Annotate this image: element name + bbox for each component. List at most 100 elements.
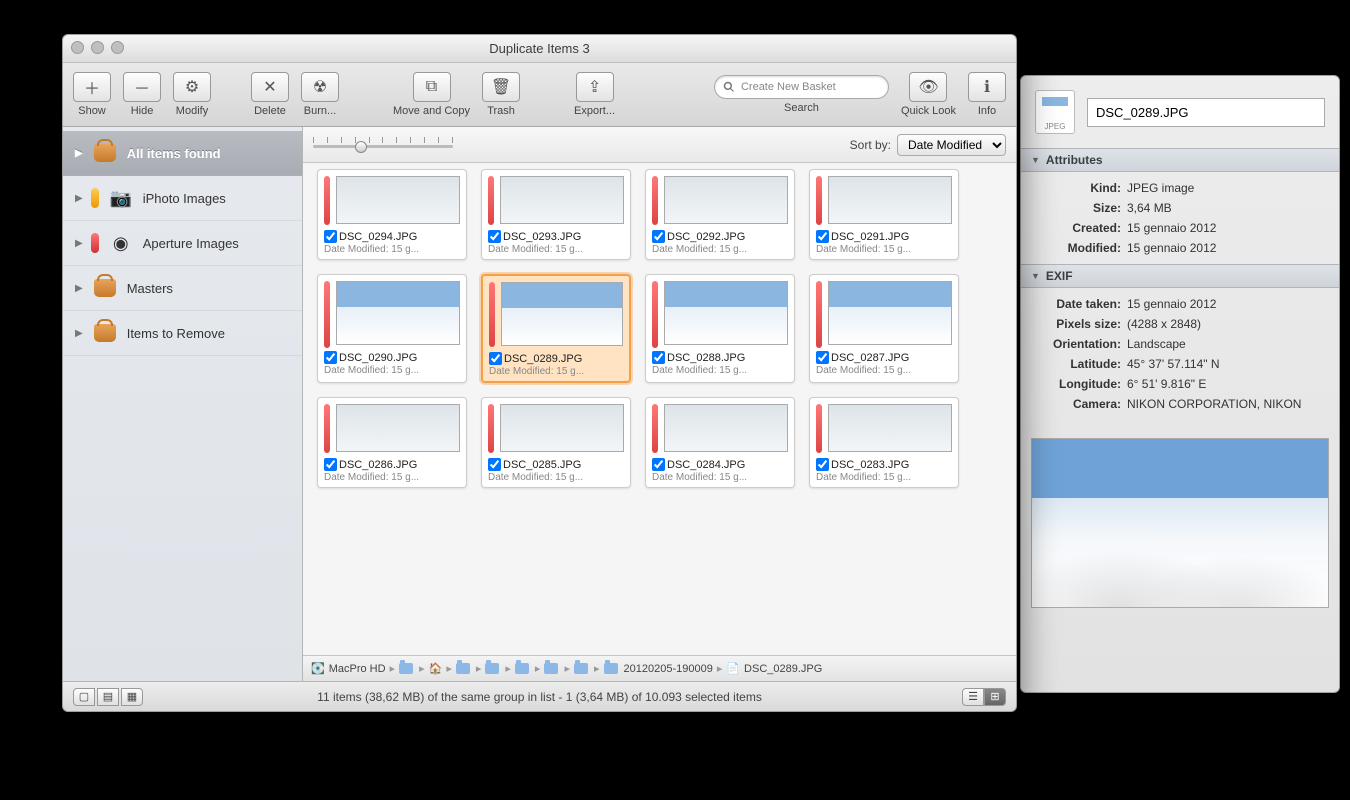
sidebar-item-label: Aperture Images: [143, 236, 239, 251]
thumbnail-card[interactable]: DSC_0293.JPG Date Modified: 15 g...: [481, 169, 631, 260]
thumbnail-card[interactable]: DSC_0289.JPG Date Modified: 15 g...: [481, 274, 631, 383]
basket-icon: [94, 324, 116, 342]
item-checkbox[interactable]: [652, 351, 665, 364]
modified-value: 15 gennaio 2012: [1127, 241, 1216, 255]
meta-label: Date Modified: 15 g...: [488, 244, 624, 255]
view-option-button[interactable]: ▢: [73, 688, 95, 706]
titlebar[interactable]: Duplicate Items 3: [63, 35, 1016, 63]
meta-label: Date Modified: 15 g...: [652, 244, 788, 255]
item-checkbox[interactable]: [816, 230, 829, 243]
meta-label: Date Modified: 15 g...: [652, 365, 788, 376]
thumbnail-card[interactable]: DSC_0286.JPG Date Modified: 15 g...: [317, 397, 467, 488]
move-copy-button[interactable]: ⧉: [413, 72, 451, 102]
info-label: Info: [978, 105, 996, 117]
thumbnail-image: [501, 282, 623, 346]
view-option-button[interactable]: ▦: [121, 688, 143, 706]
grid-view-button[interactable]: ⊞: [984, 688, 1006, 706]
list-view-button[interactable]: ☰: [962, 688, 984, 706]
path-segment[interactable]: 20120205-190009: [624, 663, 713, 675]
quicklook-label: Quick Look: [901, 105, 956, 117]
exif-header[interactable]: ▼EXIF: [1021, 264, 1339, 288]
minimize-icon[interactable]: [91, 41, 104, 54]
item-checkbox[interactable]: [488, 230, 501, 243]
status-text: 11 items (38,62 MB) of the same group in…: [317, 690, 762, 704]
search-field[interactable]: Create New Basket: [714, 75, 889, 99]
thumbnail-card[interactable]: DSC_0285.JPG Date Modified: 15 g...: [481, 397, 631, 488]
thumbnail-card[interactable]: DSC_0287.JPG Date Modified: 15 g...: [809, 274, 959, 383]
export-button[interactable]: ⇪: [576, 72, 614, 102]
item-checkbox[interactable]: [652, 230, 665, 243]
meta-label: Date Modified: 15 g...: [324, 472, 460, 483]
zoom-icon[interactable]: [111, 41, 124, 54]
thumbnail-card[interactable]: DSC_0294.JPG Date Modified: 15 g...: [317, 169, 467, 260]
filename-label: DSC_0292.JPG: [667, 231, 745, 243]
filename-label: DSC_0289.JPG: [504, 353, 582, 365]
thumbnail-grid[interactable]: DSC_0294.JPG Date Modified: 15 g... DSC_…: [303, 163, 1016, 655]
burn-button[interactable]: ☢: [301, 72, 339, 102]
duplicate-marker-icon: [816, 281, 822, 348]
path-segment[interactable]: DSC_0289.JPG: [744, 663, 822, 675]
longitude-value: 6° 51' 9.816" E: [1127, 377, 1206, 391]
thumbnail-image: [664, 404, 788, 452]
home-icon: 🏠: [429, 662, 443, 675]
item-checkbox[interactable]: [652, 458, 665, 471]
sort-label: Sort by:: [850, 138, 891, 152]
quicklook-button[interactable]: 👁: [909, 72, 947, 102]
close-icon[interactable]: [71, 41, 84, 54]
sort-select[interactable]: Date Modified: [897, 134, 1006, 156]
hide-button[interactable]: －: [123, 72, 161, 102]
thumbnail-image: [336, 404, 460, 452]
latitude-label: Latitude:: [1035, 357, 1121, 371]
item-checkbox[interactable]: [488, 458, 501, 471]
thumbnail-card[interactable]: DSC_0291.JPG Date Modified: 15 g...: [809, 169, 959, 260]
thumbnail-card[interactable]: DSC_0290.JPG Date Modified: 15 g...: [317, 274, 467, 383]
latitude-value: 45° 37' 57.114" N: [1127, 357, 1220, 371]
item-checkbox[interactable]: [489, 352, 502, 365]
size-value: 3,64 MB: [1127, 201, 1172, 215]
thumbnail-size-slider[interactable]: [313, 137, 453, 153]
info-button[interactable]: ℹ: [968, 72, 1006, 102]
tag-red-icon: [91, 233, 99, 253]
modify-button[interactable]: ⚙: [173, 72, 211, 102]
sidebar-item-aperture[interactable]: ▶ ◉ Aperture Images: [63, 221, 302, 266]
item-checkbox[interactable]: [816, 458, 829, 471]
delete-button[interactable]: ✕: [251, 72, 289, 102]
thumbnail-card[interactable]: DSC_0283.JPG Date Modified: 15 g...: [809, 397, 959, 488]
camera-value: NIKON CORPORATION, NIKON: [1127, 397, 1301, 411]
thumbnail-card[interactable]: DSC_0288.JPG Date Modified: 15 g...: [645, 274, 795, 383]
path-bar[interactable]: 💽 MacPro HD▸ ▸ 🏠▸ ▸ ▸ ▸ ▸ ▸ 20120205-190…: [303, 655, 1016, 681]
movecopy-label: Move and Copy: [393, 105, 470, 117]
filename-field[interactable]: [1087, 98, 1325, 127]
sidebar-item-label: Items to Remove: [127, 326, 225, 341]
item-checkbox[interactable]: [816, 351, 829, 364]
camera-label: Camera:: [1035, 397, 1121, 411]
view-option-button[interactable]: ▤: [97, 688, 119, 706]
trash-button[interactable]: 🗑: [482, 72, 520, 102]
sidebar-item-all[interactable]: ▶ All items found: [63, 131, 302, 176]
duplicate-marker-icon: [324, 176, 330, 225]
thumbnail-card[interactable]: DSC_0284.JPG Date Modified: 15 g...: [645, 397, 795, 488]
item-checkbox[interactable]: [324, 458, 337, 471]
thumbnail-image: [500, 404, 624, 452]
tag-yellow-icon: [91, 188, 99, 208]
trash-label: Trash: [487, 105, 515, 117]
attributes-header[interactable]: ▼Attributes: [1021, 148, 1339, 172]
sidebar-item-masters[interactable]: ▶ Masters: [63, 266, 302, 311]
item-checkbox[interactable]: [324, 230, 337, 243]
show-button[interactable]: ＋: [73, 72, 111, 102]
thumbnail-image: [664, 176, 788, 224]
meta-label: Date Modified: 15 g...: [488, 472, 624, 483]
chevron-right-icon: ▶: [75, 283, 83, 294]
folder-icon: [485, 663, 499, 674]
sidebar-item-remove[interactable]: ▶ Items to Remove: [63, 311, 302, 356]
basket-icon: [94, 144, 116, 162]
path-segment[interactable]: MacPro HD: [329, 663, 386, 675]
duplicate-marker-icon: [488, 176, 494, 225]
meta-label: Date Modified: 15 g...: [489, 366, 623, 377]
thumbnail-card[interactable]: DSC_0292.JPG Date Modified: 15 g...: [645, 169, 795, 260]
window-title: Duplicate Items 3: [489, 41, 589, 56]
item-checkbox[interactable]: [324, 351, 337, 364]
folder-icon: [544, 663, 558, 674]
aperture-icon: ◉: [107, 231, 135, 255]
sidebar-item-iphoto[interactable]: ▶ 📷 iPhoto Images: [63, 176, 302, 221]
